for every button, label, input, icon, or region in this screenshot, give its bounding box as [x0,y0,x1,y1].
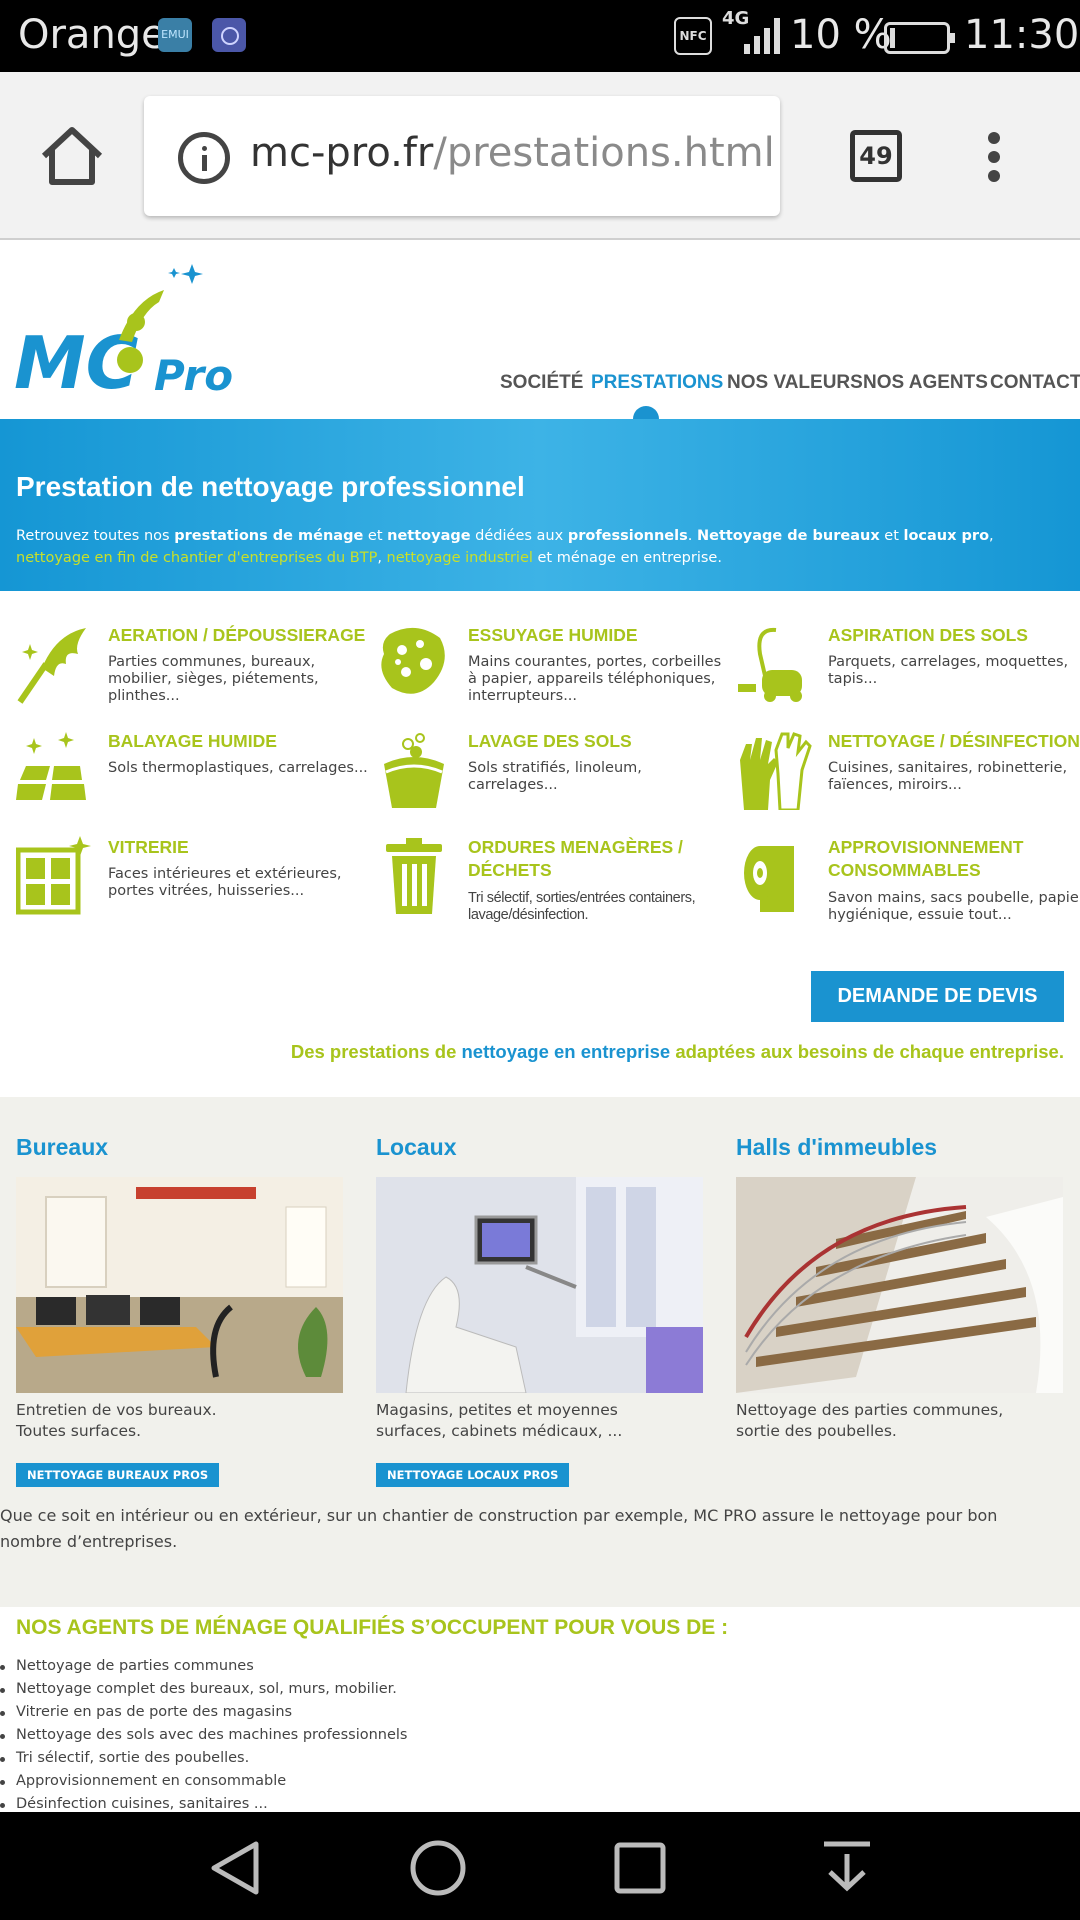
url-text[interactable]: mc-pro.fr/prestations.html [250,130,775,176]
notification-pulldown-icon[interactable] [820,1840,874,1896]
service-description: Parquets, carrelages, moquettes, tapis..… [828,654,1069,687]
service-essuyage: ESSUYAGE HUMIDE Mains courantes, portes,… [376,624,721,724]
list-item: Nettoyage des sols avec des machines pro… [0,1724,408,1747]
floor-tiles-icon [16,732,86,800]
recent-apps-icon[interactable] [612,1840,668,1896]
card-title-halls[interactable]: Halls d'immeubles [736,1134,937,1161]
service-balayage: BALAYAGE HUMIDE Sols thermoplastiques, c… [16,730,368,830]
system-navigation-bar [0,1812,1080,1920]
link-nettoyage-entreprise[interactable]: nettoyage en entreprise [462,1041,671,1062]
address-bar[interactable]: mc-pro.fr/prestations.html [144,96,780,216]
trash-icon [386,838,442,914]
card-title-bureaux[interactable]: Bureaux [16,1134,108,1161]
nav-nos-valeurs[interactable]: NOS VALEURS [727,372,863,396]
list-item: Approvisionnement en consommable [0,1770,408,1793]
svg-text:Pro: Pro [154,351,233,400]
nav-contact[interactable]: CONTACT [990,372,1080,396]
card-title-locaux[interactable]: Locaux [376,1134,457,1161]
service-description: Cuisines, sanitaires, robinetterie, faïe… [828,760,1068,793]
service-description: Sols thermoplastiques, carrelages... [108,760,368,776]
service-description: Parties communes, bureaux, mobilier, siè… [108,654,319,704]
service-title: LAVAGE DES SOLS [468,731,632,751]
service-ordures: ORDURES MENAGÈRES / DÉCHETS Tri sélectif… [376,836,716,936]
duster-icon [17,628,86,704]
list-item: Tri sélectif, sortie des poubelles. [0,1747,408,1770]
hero-intro: Retrouvez toutes nos prestations de ména… [16,528,994,566]
service-aeration: AERATION / DÉPOUSSIERAGE Parties commune… [16,624,365,724]
active-nav-indicator [633,406,659,419]
home-icon[interactable] [38,124,106,188]
browser-toolbar: mc-pro.fr/prestations.html 49 [0,72,1080,240]
tagline: Des prestations de nettoyage en entrepri… [290,1041,1064,1062]
info-icon[interactable] [178,132,230,184]
back-icon[interactable] [206,1840,264,1896]
bucket-icon [384,733,444,808]
battery-icon [884,22,955,54]
intro-paragraph: Que ce soit en intérieur ou en extérieur… [0,1506,998,1551]
agents-task-list: Nettoyage de parties communes Nettoyage … [0,1655,408,1816]
service-title: ESSUYAGE HUMIDE [468,625,638,645]
service-title: ORDURES MENAGÈRES / DÉCHETS [468,837,683,880]
signal-icon [742,18,782,54]
nav-prestations[interactable]: PRESTATIONS [591,372,723,396]
service-description: Faces intérieures et extérieures, portes… [108,866,342,899]
service-vitrerie: VITRERIE Faces intérieures et extérieure… [16,836,356,936]
card-text-locaux: Magasins, petites et moyennes surfaces, c… [376,1401,623,1440]
nav-societe[interactable]: SOCIÉTÉ [500,372,583,396]
service-approvisionnement: APPROVISIONNEMENT CONSOMMABLES Savon mai… [736,836,1080,936]
app-notification-icon [212,18,246,52]
service-title: ASPIRATION DES SOLS [828,625,1028,645]
tab-switcher-button[interactable]: 49 [850,130,902,182]
staircase-photo [736,1177,1063,1393]
link-nettoyage-industriel[interactable]: nettoyage industriel [387,550,533,566]
service-title: BALAYAGE HUMIDE [108,731,277,751]
more-menu-icon[interactable] [988,132,1002,182]
office-photo [16,1177,343,1393]
vacuum-icon [738,627,802,702]
sponge-icon [381,627,445,694]
service-title: AERATION / DÉPOUSSIERAGE [108,625,366,645]
clock: 11:30 [964,12,1080,58]
card-text-bureaux: Entretien de vos bureaux. Toutes surfaces… [16,1401,217,1440]
nfc-icon: NFC [674,17,712,55]
emui-notification-icon: EMUI [158,18,192,52]
service-description: Mains courantes, portes, corbeilles à pa… [468,654,722,704]
service-lavage: LAVAGE DES SOLS Sols stratifiés, linoleu… [376,730,716,830]
window-icon [16,836,91,915]
service-description: Sols stratifiés, linoleum, carrelages... [468,760,642,793]
mc-pro-logo[interactable]: MC Pro [14,260,254,400]
service-description: Tri sélectif, sorties/entrées containers… [468,890,696,923]
quote-request-button[interactable]: DEMANDE DE DEVIS [811,971,1064,1022]
nettoyage-bureaux-button[interactable]: NETTOYAGE BUREAUX PROS [16,1463,220,1487]
hero-banner: Prestation de nettoyage professionnel Re… [0,419,1080,591]
service-title: VITRERIE [108,837,189,857]
link-fin-de-chantier[interactable]: nettoyage en fin de chantier d'entrepris… [16,550,377,566]
nettoyage-locaux-button[interactable]: NETTOYAGE LOCAUX PROS [376,1463,570,1487]
battery-percent: 10 % [790,12,892,58]
service-title: APPROVISIONNEMENT CONSOMMABLES [828,837,1024,880]
dental-office-photo [376,1177,703,1393]
nav-nos-agents[interactable]: NOS AGENTS [863,372,988,396]
service-description: Savon mains, sacs poubelle, papier hygié… [828,890,1080,923]
page-title: Prestation de nettoyage professionnel [16,471,525,502]
service-desinfection: NETTOYAGE / DÉSINFECTION Cuisines, sanit… [736,730,1080,830]
list-item: Vitrerie en pas de porte des magasins [0,1701,408,1724]
list-item: Nettoyage complet des bureaux, sol, murs… [0,1678,408,1701]
card-text-halls: Nettoyage des parties communes, sortie de… [736,1401,1004,1440]
status-bar: Orange EMUI NFC 4G 10 % 11:30 [0,0,1080,72]
list-item: Nettoyage de parties communes [0,1655,408,1678]
service-aspiration: ASPIRATION DES SOLS Parquets, carrelages… [736,624,1076,724]
carrier-name: Orange [18,12,166,58]
gloves-icon [740,732,812,810]
paper-roll-icon [744,846,794,912]
home-nav-icon[interactable] [408,1840,468,1896]
agents-heading: NOS AGENTS DE MÉNAGE QUALIFIÉS S’OCCUPEN… [16,1616,729,1639]
service-title: NETTOYAGE / DÉSINFECTION [828,731,1080,751]
